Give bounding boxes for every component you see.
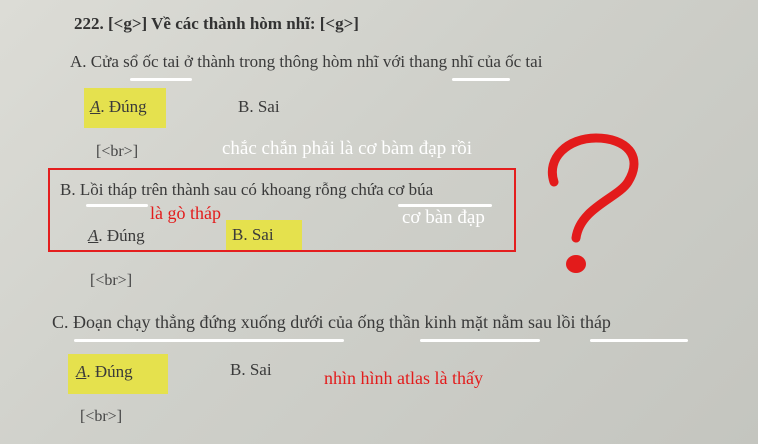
underline-so-oc-tai — [130, 78, 192, 81]
option-a-text: A. Cửa sổ ốc tai ở thành trong thông hòm… — [70, 52, 543, 71]
option-a-true-label: Đúng — [108, 97, 147, 116]
option-b-true-label: Đúng — [106, 226, 145, 245]
option-b-true-letter: A — [88, 226, 99, 245]
option-c-text: C. Đoạn chạy thẳng đứng xuống dưới của ố… — [52, 312, 611, 332]
red-question-mark-icon — [547, 133, 639, 273]
option-c-answer-true[interactable]: A. Đúng — [76, 362, 133, 382]
note-co-ban-dap: cơ bàn đạp — [402, 207, 485, 228]
note-go-thap: là gò tháp — [150, 203, 221, 223]
option-c-answer-false[interactable]: B. Sai — [230, 360, 272, 380]
option-a-answer-false[interactable]: B. Sai — [238, 97, 280, 117]
underline-ong-than-kinh — [420, 339, 540, 342]
option-c-br: [<br>] — [80, 408, 123, 425]
option-a-answer-true[interactable]: A. Đúng — [90, 97, 147, 117]
option-b-answer-true[interactable]: A. Đúng — [88, 226, 145, 246]
underline-doan-chay — [74, 339, 344, 342]
note-top: chắc chắn phải là cơ bàm đạp rồi — [222, 138, 473, 159]
question-title: 222. [<g>] Về các thành hòm nhĩ: [<g>] — [74, 14, 359, 33]
option-c-true-letter: A — [76, 362, 87, 381]
option-a-br: [<br>] — [96, 143, 139, 160]
option-c-true-label: Đúng — [94, 362, 133, 381]
underline-loi-thap — [86, 204, 148, 207]
option-a-true-letter: A — [90, 97, 101, 116]
option-b-br: [<br>] — [90, 272, 133, 289]
option-b-text: B. Lồi tháp trên thành sau có khoang rỗn… — [60, 180, 434, 199]
underline-thang-nhi — [452, 78, 510, 81]
option-b-answer-false[interactable]: B. Sai — [232, 225, 274, 245]
note-atlas: nhìn hình atlas là thấy — [324, 368, 483, 388]
underline-sau-loi-thap — [590, 339, 688, 342]
